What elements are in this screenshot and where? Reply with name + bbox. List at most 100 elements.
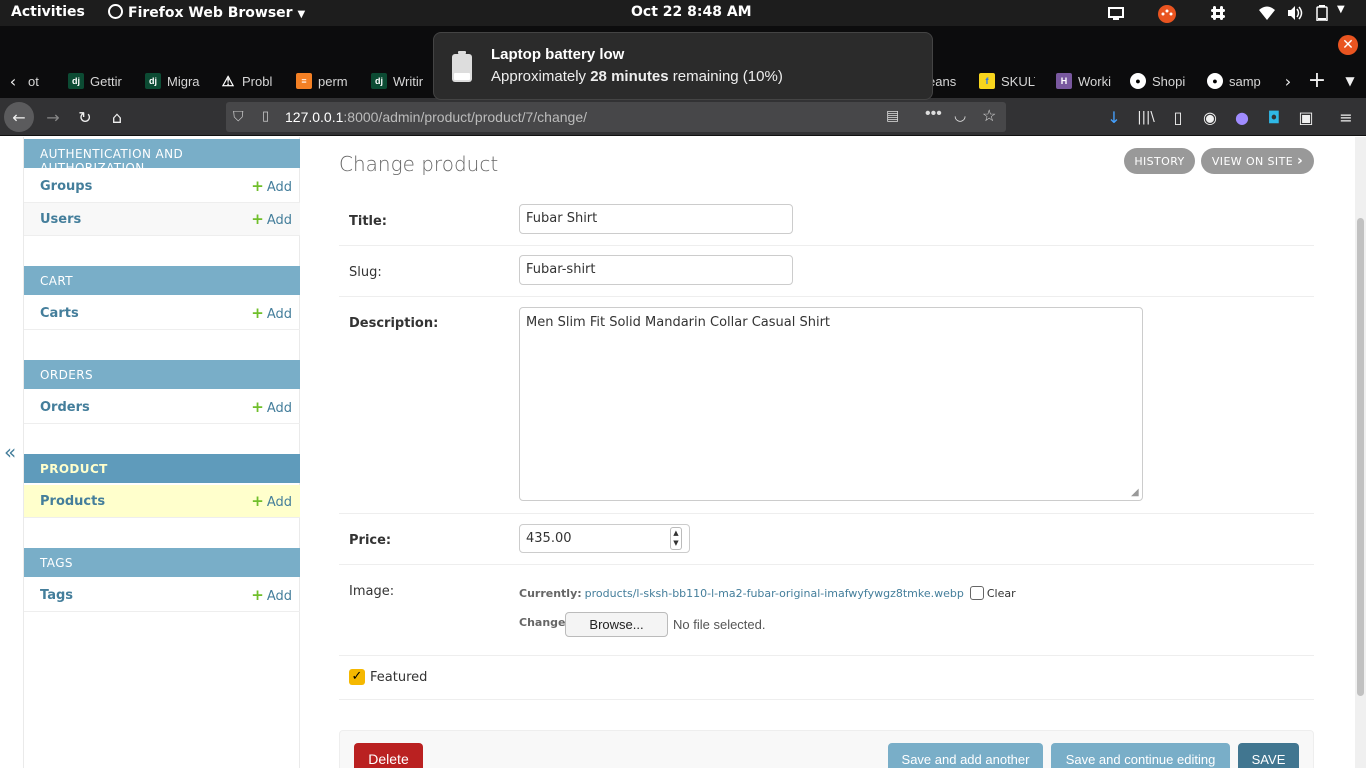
tab-label: Writir: [393, 73, 424, 89]
close-window-icon[interactable]: ✕: [1338, 35, 1358, 55]
system-top-bar: Activities Firefox Web Browser ▼ Oct 22 …: [0, 0, 1366, 26]
add-group-link[interactable]: + Add: [251, 177, 292, 195]
reload-icon[interactable]: ↻: [75, 107, 95, 127]
sidebar-link-tags[interactable]: Tags: [40, 588, 73, 603]
menu-icon[interactable]: ≡: [1336, 107, 1356, 127]
sidebar-link-orders[interactable]: Orders: [40, 400, 90, 415]
slack-icon[interactable]: [1210, 5, 1226, 21]
pocket-icon[interactable]: ◡: [954, 107, 966, 124]
firefox-icon: [108, 4, 123, 19]
clear-checkbox[interactable]: [969, 586, 984, 600]
page-actions-icon[interactable]: •••: [925, 105, 942, 123]
dots-app-icon[interactable]: [1158, 5, 1176, 23]
tab[interactable]: ● Shopi: [1130, 64, 1186, 98]
chevron-down-icon: ▼: [297, 9, 306, 20]
app-menu[interactable]: Firefox Web Browser ▼: [108, 4, 305, 21]
wifi-icon[interactable]: [1259, 5, 1275, 21]
bookmark-star-icon[interactable]: ☆: [982, 106, 996, 126]
file-status: No file selected.: [673, 617, 766, 632]
title-input[interactable]: Fubar Shirt: [519, 204, 793, 234]
collapse-sidebar-icon[interactable]: «: [4, 440, 16, 464]
tab[interactable]: dj Writir: [371, 64, 427, 98]
tab[interactable]: ⚠ Probl: [220, 64, 276, 98]
clock[interactable]: Oct 22 8:48 AM: [631, 4, 752, 20]
tab[interactable]: H Worki: [1056, 64, 1112, 98]
screen-icon[interactable]: [1108, 5, 1124, 21]
new-tab-icon[interactable]: +: [1307, 68, 1327, 93]
number-stepper[interactable]: ▲ ▼: [670, 527, 682, 550]
scroll-tabs-left-icon[interactable]: ‹: [3, 71, 23, 91]
library-icon[interactable]: |||\: [1136, 107, 1156, 127]
battery-low-icon: [452, 51, 472, 82]
reader-view-icon[interactable]: ▤: [886, 107, 899, 124]
extension-icon[interactable]: ▣: [1296, 107, 1316, 127]
form-row-price: Price: 435.00 ▲ ▼: [339, 514, 1314, 565]
module-header-product[interactable]: PRODUCT: [24, 454, 300, 483]
delete-button[interactable]: Delete: [354, 743, 423, 768]
back-icon[interactable]: ←: [4, 102, 34, 132]
page-title: Change product: [339, 152, 499, 176]
url-bar[interactable]: ⛉ ▯ 127.0.0.1:8000/admin/product/product…: [226, 102, 1006, 132]
sidebar-link-groups[interactable]: Groups: [40, 179, 92, 194]
view-on-site-button[interactable]: VIEW ON SITE ›: [1201, 148, 1314, 174]
add-product-link[interactable]: + Add: [251, 492, 292, 510]
sidebar-item-groups: Groups + Add: [24, 170, 300, 203]
add-user-link[interactable]: + Add: [251, 210, 292, 228]
home-icon[interactable]: ⌂: [107, 107, 127, 127]
save-button[interactable]: SAVE: [1238, 743, 1299, 768]
forward-icon[interactable]: →: [43, 107, 63, 127]
downloads-icon[interactable]: ↓: [1104, 107, 1124, 127]
notification-body-text: Approximately: [491, 68, 591, 85]
scrollbar-thumb[interactable]: [1357, 218, 1364, 696]
flipkart-icon: f: [979, 73, 995, 89]
featured-checkbox[interactable]: ✓: [349, 669, 365, 685]
system-menu-arrow-icon[interactable]: ▼: [1337, 4, 1345, 15]
add-tag-link[interactable]: + Add: [251, 586, 292, 604]
notification-body-text: remaining (10%): [668, 68, 783, 85]
view-on-site-label: VIEW ON SITE: [1211, 154, 1294, 168]
price-input[interactable]: 435.00 ▲ ▼: [519, 524, 690, 553]
sidebar-item-tags: Tags + Add: [24, 579, 300, 612]
sidebar-link-carts[interactable]: Carts: [40, 306, 79, 321]
sidebar-link-users[interactable]: Users: [40, 212, 81, 227]
add-label: Add: [266, 307, 292, 322]
page-info-icon[interactable]: ▯: [262, 108, 269, 124]
module-header-cart[interactable]: CART: [24, 266, 300, 295]
sidebar-link-products[interactable]: Products: [40, 494, 105, 509]
module-header-auth[interactable]: AUTHENTICATION AND AUTHORIZATION: [24, 139, 300, 175]
tab[interactable]: ot: [28, 64, 48, 98]
account-icon[interactable]: ◉: [1200, 107, 1220, 127]
tab[interactable]: dj Migra: [145, 64, 201, 98]
shield-icon[interactable]: ⛉: [233, 108, 244, 125]
save-and-add-another-button[interactable]: Save and add another: [888, 743, 1043, 768]
url-text[interactable]: 127.0.0.1:8000/admin/product/product/7/c…: [285, 109, 587, 125]
activities-button[interactable]: Activities: [11, 4, 85, 20]
sidebar-toggle-icon[interactable]: ▯: [1168, 107, 1188, 127]
list-all-tabs-icon[interactable]: ▼: [1340, 71, 1360, 91]
tab[interactable]: ≡ perm: [296, 64, 352, 98]
module-header-tags[interactable]: TAGS: [24, 548, 300, 577]
resize-grip-icon[interactable]: ◢: [1131, 487, 1139, 498]
extension-icon[interactable]: ◘: [1264, 107, 1284, 127]
tab[interactable]: dj Gettir: [68, 64, 124, 98]
browse-button[interactable]: Browse...: [565, 612, 668, 637]
extension-icon[interactable]: ●: [1232, 107, 1252, 127]
history-button[interactable]: HISTORY: [1124, 148, 1195, 174]
add-cart-link[interactable]: + Add: [251, 304, 292, 322]
save-and-continue-button[interactable]: Save and continue editing: [1051, 743, 1230, 768]
add-label: Add: [266, 180, 292, 195]
description-textarea[interactable]: Men Slim Fit Solid Mandarin Collar Casua…: [519, 307, 1143, 501]
battery-icon[interactable]: [1316, 5, 1332, 22]
add-order-link[interactable]: + Add: [251, 398, 292, 416]
current-image-link[interactable]: products/l-sksh-bb110-l-ma2-fubar-origin…: [585, 587, 964, 600]
slug-input[interactable]: Fubar-shirt: [519, 255, 793, 285]
scroll-tabs-right-icon[interactable]: ›: [1278, 71, 1298, 91]
tab[interactable]: ● samp: [1207, 64, 1263, 98]
tab[interactable]: f SKULT: [979, 64, 1035, 98]
tab-label: Worki: [1078, 73, 1111, 89]
volume-icon[interactable]: [1287, 5, 1303, 21]
github-icon: ●: [1207, 73, 1223, 89]
sidebar-item-carts: Carts + Add: [24, 297, 300, 330]
battery-notification[interactable]: Laptop battery low Approximately 28 minu…: [433, 32, 933, 100]
module-header-orders[interactable]: ORDERS: [24, 360, 300, 389]
